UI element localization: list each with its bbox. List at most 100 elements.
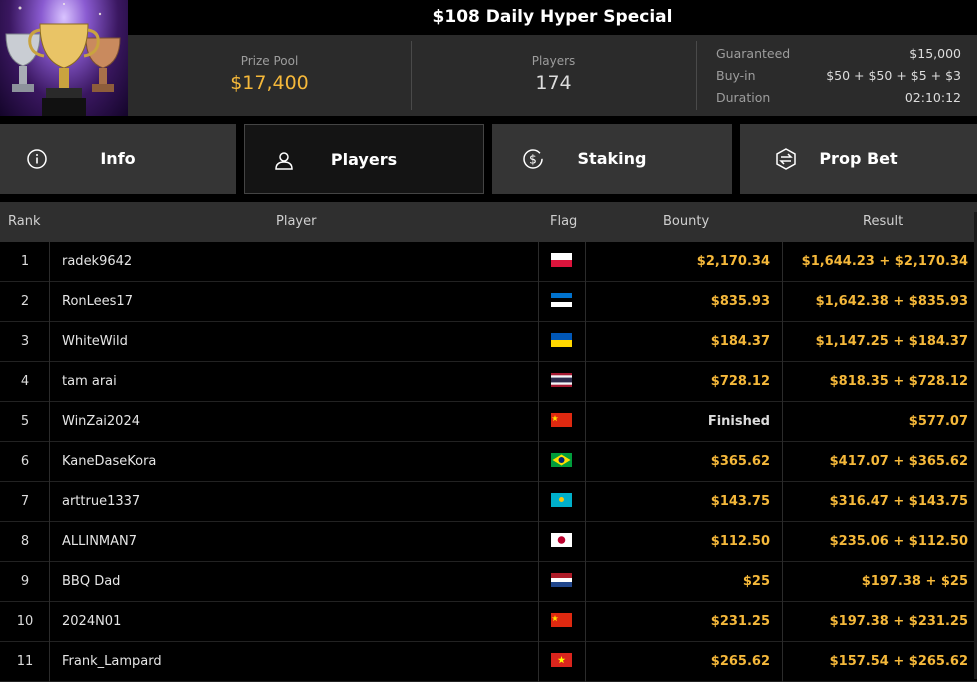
flag-cell [538,602,586,642]
column-header-player[interactable]: Player [276,202,316,242]
table-header: Rank Player Flag Bounty Result [0,202,977,242]
players-stat: Players 174 [411,35,696,116]
tab-label: Info [100,149,136,168]
flag-cell [538,482,586,522]
column-header-result[interactable]: Result [863,202,903,242]
table-row[interactable]: 7 arttrue1337 $143.75 $316.47 + $143.75 [0,482,977,522]
table-row[interactable]: 5 WinZai2024 Finished $577.07 [0,402,977,442]
divider [49,362,50,402]
bounty-cell: $143.75 [710,494,770,509]
player-name[interactable]: ALLINMAN7 [62,522,137,562]
tab-label: Players [330,150,398,169]
rank-cell: 6 [20,454,30,469]
china-flag-icon [551,413,572,427]
trophy-image [0,0,128,116]
column-header-rank[interactable]: Rank [8,202,40,242]
rank-cell: 4 [20,374,30,389]
table-row[interactable]: 10 2024N01 $231.25 $197.38 + $231.25 [0,602,977,642]
divider [49,522,50,562]
netherlands-flag-icon [551,573,572,587]
flag-cell [538,402,586,442]
column-header-bounty[interactable]: Bounty [663,202,709,242]
tab-label: Prop Bet [819,149,898,168]
kazakhstan-flag-icon [551,493,572,507]
player-name[interactable]: WhiteWild [62,322,128,362]
detail-label: Buy-in [716,68,756,83]
rank-cell: 9 [20,574,30,589]
brazil-flag-icon [551,453,572,467]
detail-duration: Duration 02:10:12 [716,87,961,109]
players-table: 1 radek9642 $2,170.34 $1,644.23 + $2,170.34… [0,242,977,682]
result-cell: $818.35 + $728.12 [782,362,977,402]
player-name[interactable]: WinZai2024 [62,402,140,442]
rank-cell: 1 [20,254,30,269]
prize-pool-label: Prize Pool [240,54,299,68]
china-flag-icon [551,613,572,627]
bounty-cell: $112.50 [710,534,770,549]
column-header-flag[interactable]: Flag [550,202,577,242]
estonia-flag-icon [551,293,572,307]
result-cell: $1,147.25 + $184.37 [782,322,977,362]
result-cell: $197.38 + $231.25 [782,602,977,642]
table-row[interactable]: 11 Frank_Lampard $265.62 $157.54 + $265.62 [0,642,977,682]
result-cell: $157.54 + $265.62 [782,642,977,682]
poland-flag-icon [551,253,572,267]
players-count: 174 [535,72,572,94]
divider [49,482,50,522]
thailand-flag-icon [551,373,572,387]
tab-players[interactable]: Players [244,124,484,194]
tab-staking[interactable]: $ Staking [492,124,732,194]
player-name[interactable]: Frank_Lampard [62,642,162,682]
detail-value: 02:10:12 [904,90,961,105]
stats-panel: Prize Pool $17,400 Players 174 Guarantee… [128,35,977,116]
player-name[interactable]: RonLees17 [62,282,133,322]
bounty-cell: $728.12 [710,374,770,389]
flag-cell [538,282,586,322]
bounty-cell: $265.62 [710,654,770,669]
page-title: $108 Daily Hyper Special [432,7,673,27]
flag-cell [538,642,586,682]
table-row[interactable]: 9 BBQ Dad $25 $197.38 + $25 [0,562,977,602]
rank-cell: 3 [20,334,30,349]
tab-prop-bet[interactable]: Prop Bet [740,124,977,194]
rank-cell: 7 [20,494,30,509]
table-row[interactable]: 8 ALLINMAN7 $112.50 $235.06 + $112.50 [0,522,977,562]
bounty-cell: $835.93 [710,294,770,309]
flag-cell [538,362,586,402]
rank-cell: 8 [20,534,30,549]
divider [49,642,50,682]
table-row[interactable]: 2 RonLees17 $835.93 $1,642.38 + $835.93 [0,282,977,322]
detail-buy-in: Buy-in $50 + $50 + $5 + $3 [716,65,961,87]
detail-value: $50 + $50 + $5 + $3 [826,68,961,83]
player-name[interactable]: BBQ Dad [62,562,120,602]
player-name[interactable]: radek9642 [62,242,132,282]
player-name[interactable]: KaneDaseKora [62,442,156,482]
bounty-cell: Finished [707,414,770,429]
divider [49,322,50,362]
detail-guaranteed: Guaranteed $15,000 [716,43,961,65]
result-cell: $1,642.38 + $835.93 [782,282,977,322]
rank-cell: 2 [20,294,30,309]
divider [49,442,50,482]
tournament-details: Guaranteed $15,000 Buy-in $50 + $50 + $5… [716,43,961,109]
rank-cell: 5 [20,414,30,429]
divider [49,602,50,642]
flag-cell [538,442,586,482]
table-row[interactable]: 6 KaneDaseKora $365.62 $417.07 + $365.62 [0,442,977,482]
table-row[interactable]: 1 radek9642 $2,170.34 $1,644.23 + $2,170.34 [0,242,977,282]
result-cell: $235.06 + $112.50 [782,522,977,562]
divider [49,242,50,282]
player-name[interactable]: 2024N01 [62,602,121,642]
tab-bar: Info Players $ Staking Prop Bet [0,124,977,194]
table-row[interactable]: 3 WhiteWild $184.37 $1,147.25 + $184.37 [0,322,977,362]
bounty-cell: $184.37 [710,334,770,349]
japan-flag-icon [551,533,572,547]
tournament-header: $108 Daily Hyper Special Prize Pool $17,… [0,0,977,116]
player-name[interactable]: tam arai [62,362,117,402]
tab-info[interactable]: Info [0,124,236,194]
player-name[interactable]: arttrue1337 [62,482,140,522]
bounty-cell: $25 [742,574,770,589]
prize-pool-stat: Prize Pool $17,400 [128,35,411,116]
table-row[interactable]: 4 tam arai $728.12 $818.35 + $728.12 [0,362,977,402]
divider [696,41,697,110]
